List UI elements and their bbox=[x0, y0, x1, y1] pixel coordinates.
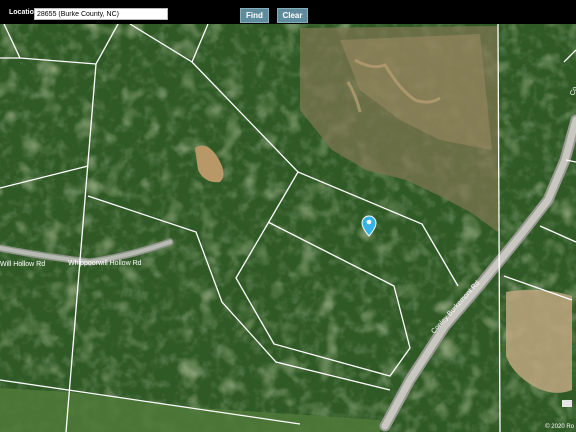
map-app: Location: Find Clear bbox=[0, 0, 576, 432]
search-toolbar: Location: Find Clear bbox=[0, 0, 576, 24]
road-label-will-hollow: Will Hollow Rd bbox=[0, 261, 45, 268]
location-input[interactable] bbox=[34, 8, 168, 20]
map-canvas[interactable]: Will Hollow Rd Whippoorwill Hollow Rd Co… bbox=[0, 24, 576, 432]
clear-button[interactable]: Clear bbox=[277, 8, 308, 23]
map-credit: © 2020 Ro bbox=[545, 424, 574, 430]
road-label-whippoorwill: Whippoorwill Hollow Rd bbox=[68, 260, 142, 267]
find-button[interactable]: Find bbox=[240, 8, 269, 23]
satellite-map[interactable]: Will Hollow Rd Whippoorwill Hollow Rd Co… bbox=[0, 24, 576, 432]
building bbox=[562, 400, 572, 407]
